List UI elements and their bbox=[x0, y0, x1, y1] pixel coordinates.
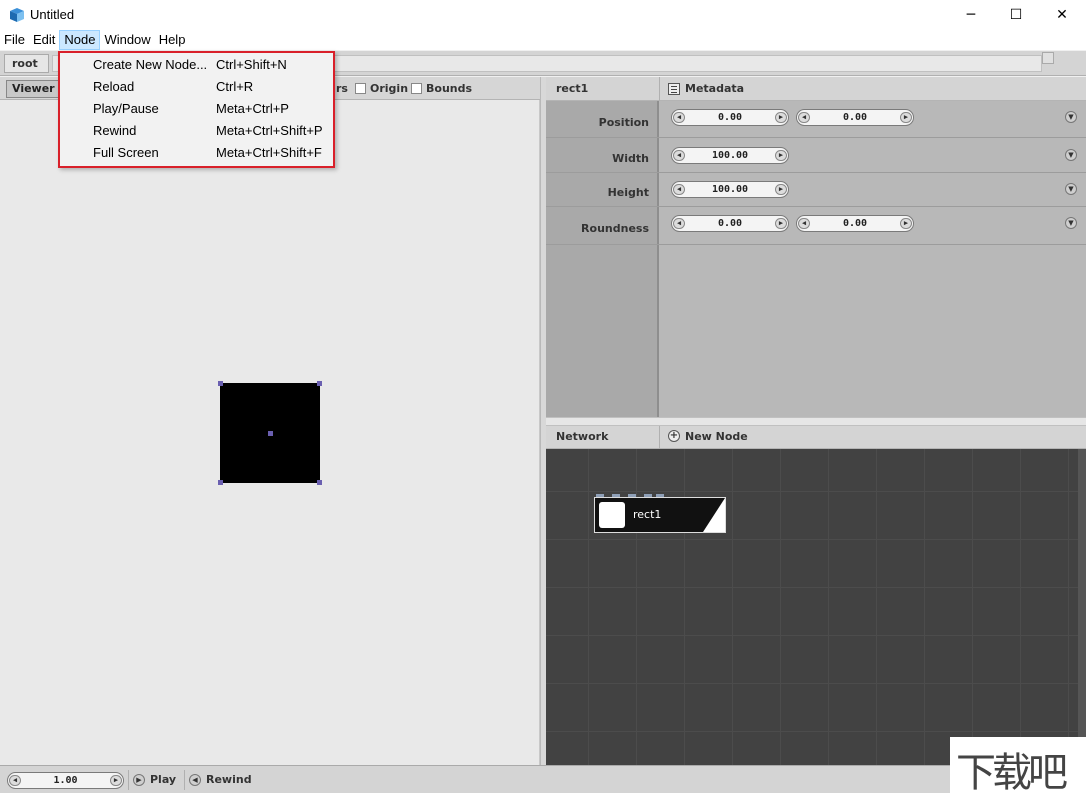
arrow-right-icon[interactable]: ▶ bbox=[775, 150, 787, 161]
new-node-button[interactable]: New Node bbox=[685, 430, 748, 443]
bounds-checkbox-label: Bounds bbox=[426, 82, 473, 95]
origin-checkbox[interactable]: Origin bbox=[355, 82, 408, 95]
expand-icon[interactable]: ▼ bbox=[1065, 149, 1077, 161]
property-label: Roundness bbox=[581, 222, 649, 235]
bottom-separator bbox=[128, 770, 129, 790]
menu-item-reload[interactable]: Reload Ctrl+R bbox=[60, 76, 333, 98]
arrow-left-icon[interactable]: ◀ bbox=[673, 184, 685, 195]
handle-top-right[interactable] bbox=[317, 381, 322, 386]
property-label: Width bbox=[612, 152, 649, 165]
menu-file[interactable]: File bbox=[0, 30, 29, 50]
inspector-separator bbox=[659, 77, 660, 101]
roundness-x-field[interactable]: ◀ 0.00 ▶ bbox=[671, 215, 789, 232]
rewind-icon: ◀ bbox=[189, 773, 201, 786]
network-separator bbox=[659, 426, 660, 449]
menu-item-create-new-node[interactable]: Create New Node... Ctrl+Shift+N bbox=[60, 54, 333, 76]
close-icon: ✕ bbox=[1056, 7, 1068, 23]
play-button[interactable]: ▶ Play bbox=[133, 773, 176, 786]
app-icon bbox=[10, 8, 24, 22]
viewer-tab[interactable]: Viewer bbox=[6, 80, 61, 98]
property-label: Height bbox=[607, 186, 649, 199]
property-label: Position bbox=[598, 116, 649, 129]
node-menu-dropdown: Create New Node... Ctrl+Shift+N Reload C… bbox=[58, 51, 335, 168]
bounds-checkbox-box[interactable] bbox=[411, 83, 422, 94]
maximize-button[interactable]: ☐ bbox=[993, 0, 1039, 30]
origin-checkbox-label: Origin bbox=[370, 82, 409, 95]
expand-icon[interactable]: ▼ bbox=[1065, 111, 1077, 123]
origin-checkbox-box[interactable] bbox=[355, 83, 366, 94]
horizontal-splitter[interactable] bbox=[546, 417, 1086, 426]
handle-bottom-left[interactable] bbox=[218, 480, 223, 485]
minimize-icon: ─ bbox=[966, 7, 976, 23]
watermark-logo: 下载吧 bbox=[956, 750, 1068, 793]
rewind-button[interactable]: ◀ Rewind bbox=[189, 773, 252, 786]
breadcrumb-root[interactable]: root bbox=[4, 54, 49, 73]
network-node-rect1[interactable]: rect1 bbox=[594, 497, 726, 533]
menu-item-rewind[interactable]: Rewind Meta+Ctrl+Shift+P bbox=[60, 120, 333, 142]
playback-bar: ◀ 1.00 ▶ ▶ Play ◀ Rewind bbox=[0, 765, 1086, 793]
handle-top-left[interactable] bbox=[218, 381, 223, 386]
bounds-checkbox[interactable]: Bounds bbox=[411, 82, 472, 95]
property-row-height: Height ◀ 100.00 ▶ ▼ bbox=[546, 174, 1086, 207]
rewind-label: Rewind bbox=[206, 773, 252, 786]
metadata-button[interactable]: Metadata bbox=[685, 82, 744, 95]
height-field[interactable]: ◀ 100.00 ▶ bbox=[671, 181, 789, 198]
position-x-field[interactable]: ◀ 0.00 ▶ bbox=[671, 109, 789, 126]
inspector-body: Position ◀ 0.00 ▶ ◀ 0.00 ▶ ▼ Width ◀ 100… bbox=[546, 101, 1086, 417]
node-label: rect1 bbox=[633, 508, 662, 521]
minimize-button[interactable]: ─ bbox=[948, 0, 994, 30]
arrow-left-icon[interactable]: ◀ bbox=[673, 112, 685, 123]
arrow-right-icon[interactable]: ▶ bbox=[775, 184, 787, 195]
network-header: Network + New Node bbox=[546, 426, 1086, 449]
menu-help[interactable]: Help bbox=[155, 30, 190, 50]
metadata-icon[interactable] bbox=[668, 83, 680, 95]
menu-edit[interactable]: Edit bbox=[29, 30, 59, 50]
viewer-partial-label: rs bbox=[336, 82, 348, 95]
network-scrollbar[interactable] bbox=[1078, 449, 1086, 765]
window-title: Untitled bbox=[30, 7, 75, 22]
menu-bar: File Edit Node Window Help bbox=[0, 30, 1086, 50]
arrow-right-icon[interactable]: ▶ bbox=[775, 112, 787, 123]
bottom-separator bbox=[184, 770, 185, 790]
time-field[interactable]: ◀ 1.00 ▶ bbox=[7, 772, 124, 789]
arrow-left-icon[interactable]: ◀ bbox=[798, 112, 810, 123]
inspector-header: rect1 Metadata bbox=[546, 77, 1086, 101]
menu-item-full-screen[interactable]: Full Screen Meta+Ctrl+Shift+F bbox=[60, 142, 333, 164]
node-thumbnail-icon bbox=[599, 502, 625, 528]
play-icon: ▶ bbox=[133, 773, 145, 786]
handle-bottom-right[interactable] bbox=[317, 480, 322, 485]
handle-center[interactable] bbox=[268, 431, 273, 436]
title-bar: Untitled ─ ☐ ✕ bbox=[0, 0, 1086, 30]
arrow-left-icon[interactable]: ◀ bbox=[798, 218, 810, 229]
arrow-right-icon[interactable]: ▶ bbox=[900, 218, 912, 229]
arrow-left-icon[interactable]: ◀ bbox=[9, 775, 21, 786]
arrow-right-icon[interactable]: ▶ bbox=[110, 775, 122, 786]
property-row-position: Position ◀ 0.00 ▶ ◀ 0.00 ▶ ▼ bbox=[546, 101, 1086, 138]
play-label: Play bbox=[150, 773, 177, 786]
arrow-left-icon[interactable]: ◀ bbox=[673, 150, 685, 161]
roundness-y-field[interactable]: ◀ 0.00 ▶ bbox=[796, 215, 914, 232]
arrow-right-icon[interactable]: ▶ bbox=[900, 112, 912, 123]
property-row-width: Width ◀ 100.00 ▶ ▼ bbox=[546, 139, 1086, 173]
plus-icon[interactable]: + bbox=[668, 430, 680, 442]
inspector-node-name: rect1 bbox=[556, 82, 589, 95]
expand-icon[interactable]: ▼ bbox=[1065, 217, 1077, 229]
path-end-button[interactable] bbox=[1042, 52, 1054, 64]
arrow-right-icon[interactable]: ▶ bbox=[775, 218, 787, 229]
close-button[interactable]: ✕ bbox=[1039, 0, 1085, 30]
maximize-icon: ☐ bbox=[1009, 7, 1023, 23]
menu-node[interactable]: Node bbox=[59, 30, 101, 50]
menu-window[interactable]: Window bbox=[100, 30, 154, 50]
width-field[interactable]: ◀ 100.00 ▶ bbox=[671, 147, 789, 164]
network-title: Network bbox=[556, 430, 609, 443]
menu-item-play-pause[interactable]: Play/Pause Meta+Ctrl+P bbox=[60, 98, 333, 120]
position-y-field[interactable]: ◀ 0.00 ▶ bbox=[796, 109, 914, 126]
arrow-left-icon[interactable]: ◀ bbox=[673, 218, 685, 229]
expand-icon[interactable]: ▼ bbox=[1065, 183, 1077, 195]
property-row-roundness: Roundness ◀ 0.00 ▶ ◀ 0.00 ▶ ▼ bbox=[546, 208, 1086, 245]
